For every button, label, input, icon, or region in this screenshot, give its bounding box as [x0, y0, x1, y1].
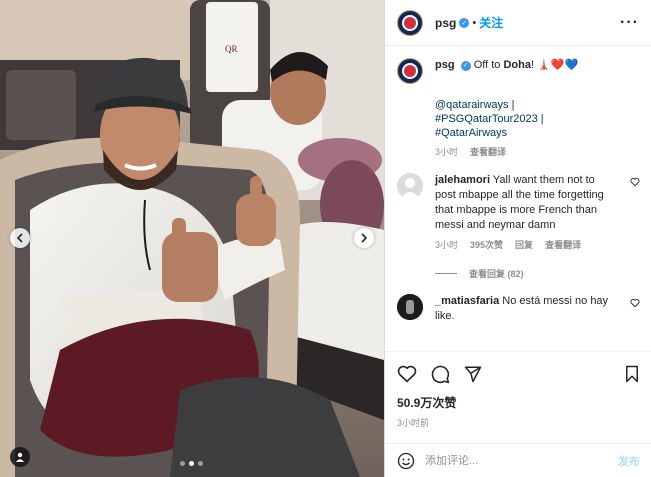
psg-logo-icon	[402, 63, 418, 79]
translate-button[interactable]: 查看翻译	[470, 145, 506, 159]
account-avatar[interactable]	[397, 58, 423, 84]
caption-text: psg ✓ Off to Doha! 🗼❤️💙	[435, 59, 579, 71]
carousel-dot-active	[189, 461, 194, 466]
carousel-dot	[198, 461, 203, 466]
caption-meta: 3小时 查看翻译	[435, 145, 640, 159]
psg-logo-icon	[402, 14, 418, 31]
comment-item: _matiasfaria No está messi no hay like.	[397, 294, 640, 324]
post-time[interactable]: 3小时前	[397, 416, 640, 429]
comments-section[interactable]: psg ✓ Off to Doha! 🗼❤️💙 @qatarairways | …	[385, 46, 651, 351]
translate-button[interactable]: 查看翻译	[545, 238, 581, 253]
heart-icon	[397, 365, 417, 383]
carousel-dot	[180, 461, 185, 466]
comment-author[interactable]: _matiasfaria	[435, 295, 499, 307]
tagged-users-button[interactable]	[10, 447, 30, 467]
comment-likes[interactable]: 395次赞	[470, 238, 503, 253]
mention-link[interactable]: @qatarairways |	[435, 98, 640, 112]
send-icon	[464, 366, 482, 383]
post-photo[interactable]: QR	[0, 0, 384, 477]
blue-heart-emoji-icon: 💙	[564, 59, 579, 71]
verified-badge-icon: ✓	[459, 17, 470, 28]
photo-illustration: QR	[0, 0, 384, 477]
emoji-icon[interactable]	[397, 452, 415, 470]
comment-avatar[interactable]	[397, 173, 423, 199]
svg-text:QR: QR	[225, 44, 238, 54]
comment-author[interactable]: jalehamori	[435, 174, 490, 186]
likes-count[interactable]: 50.9万次赞	[397, 394, 640, 411]
red-heart-emoji-icon: ❤️	[550, 59, 565, 71]
account-avatar[interactable]	[397, 9, 423, 36]
carousel-prev-button[interactable]	[10, 228, 30, 248]
caption: psg ✓ Off to Doha! 🗼❤️💙	[397, 58, 640, 84]
caption-hashtags: @qatarairways | #PSGQatarTour2023 | #Qat…	[435, 98, 640, 159]
carousel-next-button[interactable]	[354, 228, 374, 248]
comment-text: jalehamori Yall want them not to post mb…	[435, 173, 615, 253]
caption-author[interactable]: psg	[435, 59, 455, 71]
comment-time: 3小时	[435, 240, 459, 250]
verified-badge-icon: ✓	[460, 60, 471, 71]
save-button[interactable]	[624, 365, 640, 383]
reply-button[interactable]: 回复	[515, 238, 533, 253]
follow-button[interactable]: 关注	[479, 14, 503, 31]
comment-input[interactable]	[425, 454, 595, 467]
tower-emoji-icon: 🗼	[537, 59, 551, 71]
caption-time: 3小时	[435, 147, 459, 157]
like-button[interactable]	[397, 365, 417, 383]
user-icon	[16, 452, 24, 462]
action-icons	[397, 360, 640, 388]
account-handle[interactable]: psg	[435, 16, 456, 30]
more-options-icon[interactable]: ···	[620, 14, 639, 32]
hashtag-link[interactable]: #PSGQatarTour2023 |	[435, 112, 640, 126]
post-actions: 50.9万次赞 3小时前	[385, 351, 651, 443]
add-comment-bar: 发布	[385, 443, 651, 477]
comment-icon	[431, 365, 450, 383]
dot-separator: •	[472, 16, 477, 29]
user-photo-icon	[397, 294, 423, 320]
carousel-indicator	[180, 461, 203, 466]
post-panel: psg ✓ • 关注 ··· psg ✓ Off to Doha! 🗼❤️💙 @…	[384, 0, 651, 477]
heart-outline-icon[interactable]	[630, 298, 640, 308]
post-header: psg ✓ • 关注 ···	[385, 0, 651, 46]
comment-meta: 3小时 395次赞 回复 查看翻译	[435, 238, 615, 253]
comment-text: _matiasfaria No está messi no hay like.	[435, 295, 609, 322]
comment-avatar[interactable]	[397, 294, 423, 320]
chevron-left-icon	[16, 233, 23, 243]
bookmark-icon	[626, 365, 638, 383]
comment-item: jalehamori Yall want them not to post mb…	[397, 173, 640, 253]
heart-outline-icon[interactable]	[630, 177, 640, 187]
post-comment-button[interactable]: 发布	[618, 453, 640, 469]
chevron-right-icon	[361, 233, 368, 243]
hashtag-link[interactable]: #QatarAirways	[435, 126, 640, 140]
view-replies-button[interactable]: 查看回复 (82)	[435, 267, 640, 280]
comment-button[interactable]	[431, 365, 450, 384]
default-avatar-icon	[397, 173, 423, 199]
share-button[interactable]	[464, 365, 482, 383]
